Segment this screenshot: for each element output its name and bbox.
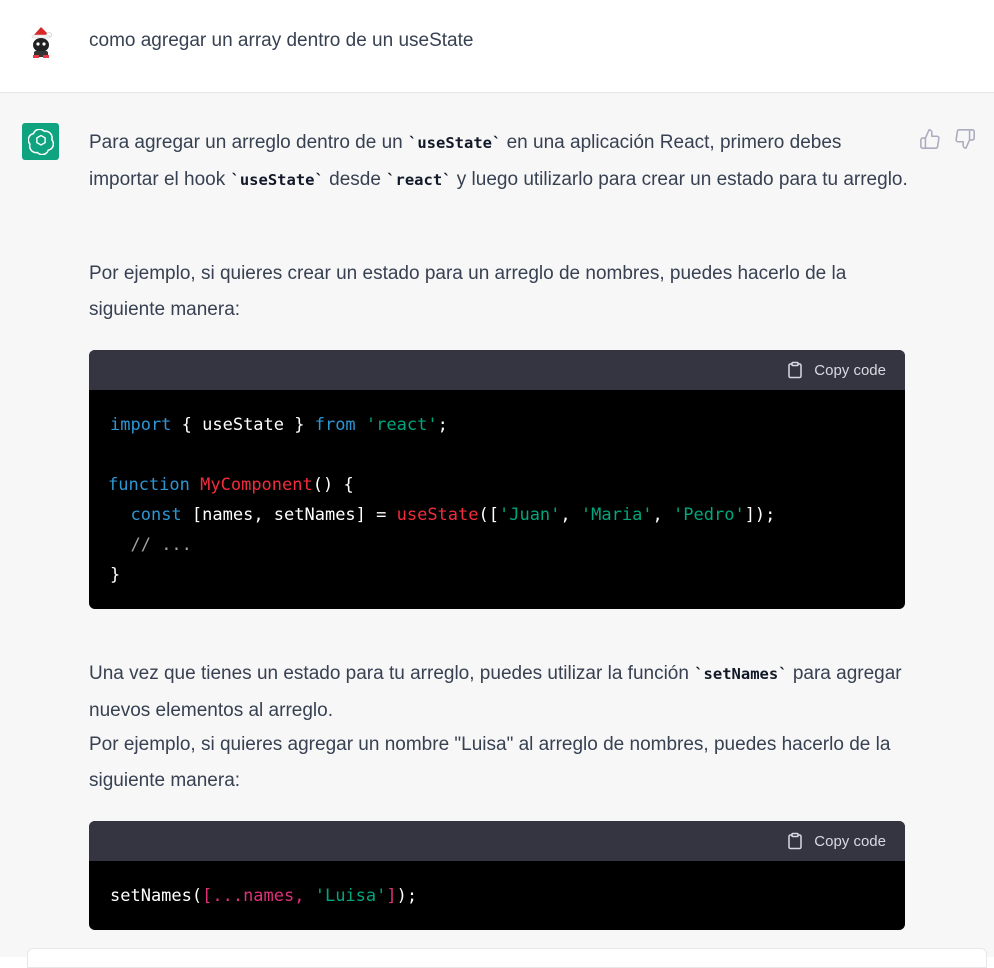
clipboard-icon bbox=[788, 832, 803, 850]
code-token: 'Juan' bbox=[498, 505, 561, 525]
code-content: import { useState } from 'react'; functi… bbox=[89, 390, 905, 590]
code-token: ] bbox=[386, 886, 397, 906]
text-segment: desde bbox=[323, 168, 387, 190]
assistant-paragraph-example: Por ejemplo, si quieres crear un estado … bbox=[89, 263, 847, 320]
code-block: Copy code setNames([...names, 'Luisa']); bbox=[89, 821, 905, 930]
code-token: 'react' bbox=[365, 415, 438, 435]
inline-code-usestate: `useState` bbox=[408, 134, 502, 152]
inline-code-react: `react` bbox=[386, 170, 452, 189]
code-token: const bbox=[130, 505, 182, 525]
code-token: [...names, bbox=[202, 886, 315, 906]
copy-code-button[interactable]: Copy code bbox=[786, 821, 886, 861]
assistant-paragraph-luisa: Por ejemplo, si quieres agregar un nombr… bbox=[89, 734, 891, 791]
code-line: // ... bbox=[110, 530, 885, 560]
code-token: // ... bbox=[130, 535, 192, 555]
clipboard-icon bbox=[788, 361, 803, 379]
copy-code-label: Copy code bbox=[814, 832, 886, 850]
thumbs-down-icon[interactable] bbox=[954, 128, 976, 150]
user-message-row: como agregar un array dentro de un useSt… bbox=[0, 0, 994, 93]
user-avatar-icon bbox=[24, 24, 58, 62]
code-token: 'Pedro' bbox=[673, 505, 745, 525]
input-area-edge bbox=[27, 948, 987, 968]
code-token: 'Luisa' bbox=[314, 886, 387, 906]
text-segment: y luego utilizarlo para crear un estado … bbox=[451, 168, 908, 190]
code-token: MyComponent bbox=[200, 475, 313, 495]
code-block-header: Copy code bbox=[89, 821, 905, 861]
text-segment: Una vez que tienes un estado para tu arr… bbox=[89, 663, 695, 684]
user-message-text: como agregar un array dentro de un useSt… bbox=[89, 30, 474, 51]
assistant-paragraph-setnames: Una vez que tienes un estado para tu arr… bbox=[89, 656, 909, 728]
code-token: function bbox=[108, 475, 190, 495]
copy-code-label: Copy code bbox=[814, 361, 886, 379]
code-block: Copy code import { useState } from 'reac… bbox=[89, 350, 905, 609]
code-line: function MyComponent() { bbox=[108, 475, 354, 495]
code-line: } bbox=[110, 565, 121, 585]
copy-code-button[interactable]: Copy code bbox=[786, 350, 886, 390]
assistant-paragraph-intro: Para agregar un arreglo dentro de un `us… bbox=[89, 125, 909, 198]
inline-code-usestate: `useState` bbox=[230, 170, 324, 189]
code-token: import bbox=[110, 415, 172, 435]
code-block-header: Copy code bbox=[89, 350, 905, 390]
openai-logo-icon bbox=[22, 123, 59, 160]
thumbs-up-icon[interactable] bbox=[919, 128, 941, 150]
text-segment: Para agregar un arreglo dentro de un bbox=[89, 132, 408, 153]
code-line: setNames([...names, 'Luisa']); bbox=[110, 886, 418, 906]
code-content: setNames([...names, 'Luisa']); bbox=[89, 861, 905, 911]
code-line: import { useState } from 'react'; bbox=[110, 415, 448, 435]
code-line: const [names, setNames] = useState(['Jua… bbox=[130, 505, 776, 525]
code-token: 'Maria' bbox=[580, 505, 653, 525]
inline-code-setnames: `setNames` bbox=[694, 665, 788, 683]
code-token: from bbox=[314, 415, 356, 435]
code-token: useState bbox=[396, 505, 479, 525]
assistant-message-row: Para agregar un arreglo dentro de un `us… bbox=[0, 93, 994, 957]
